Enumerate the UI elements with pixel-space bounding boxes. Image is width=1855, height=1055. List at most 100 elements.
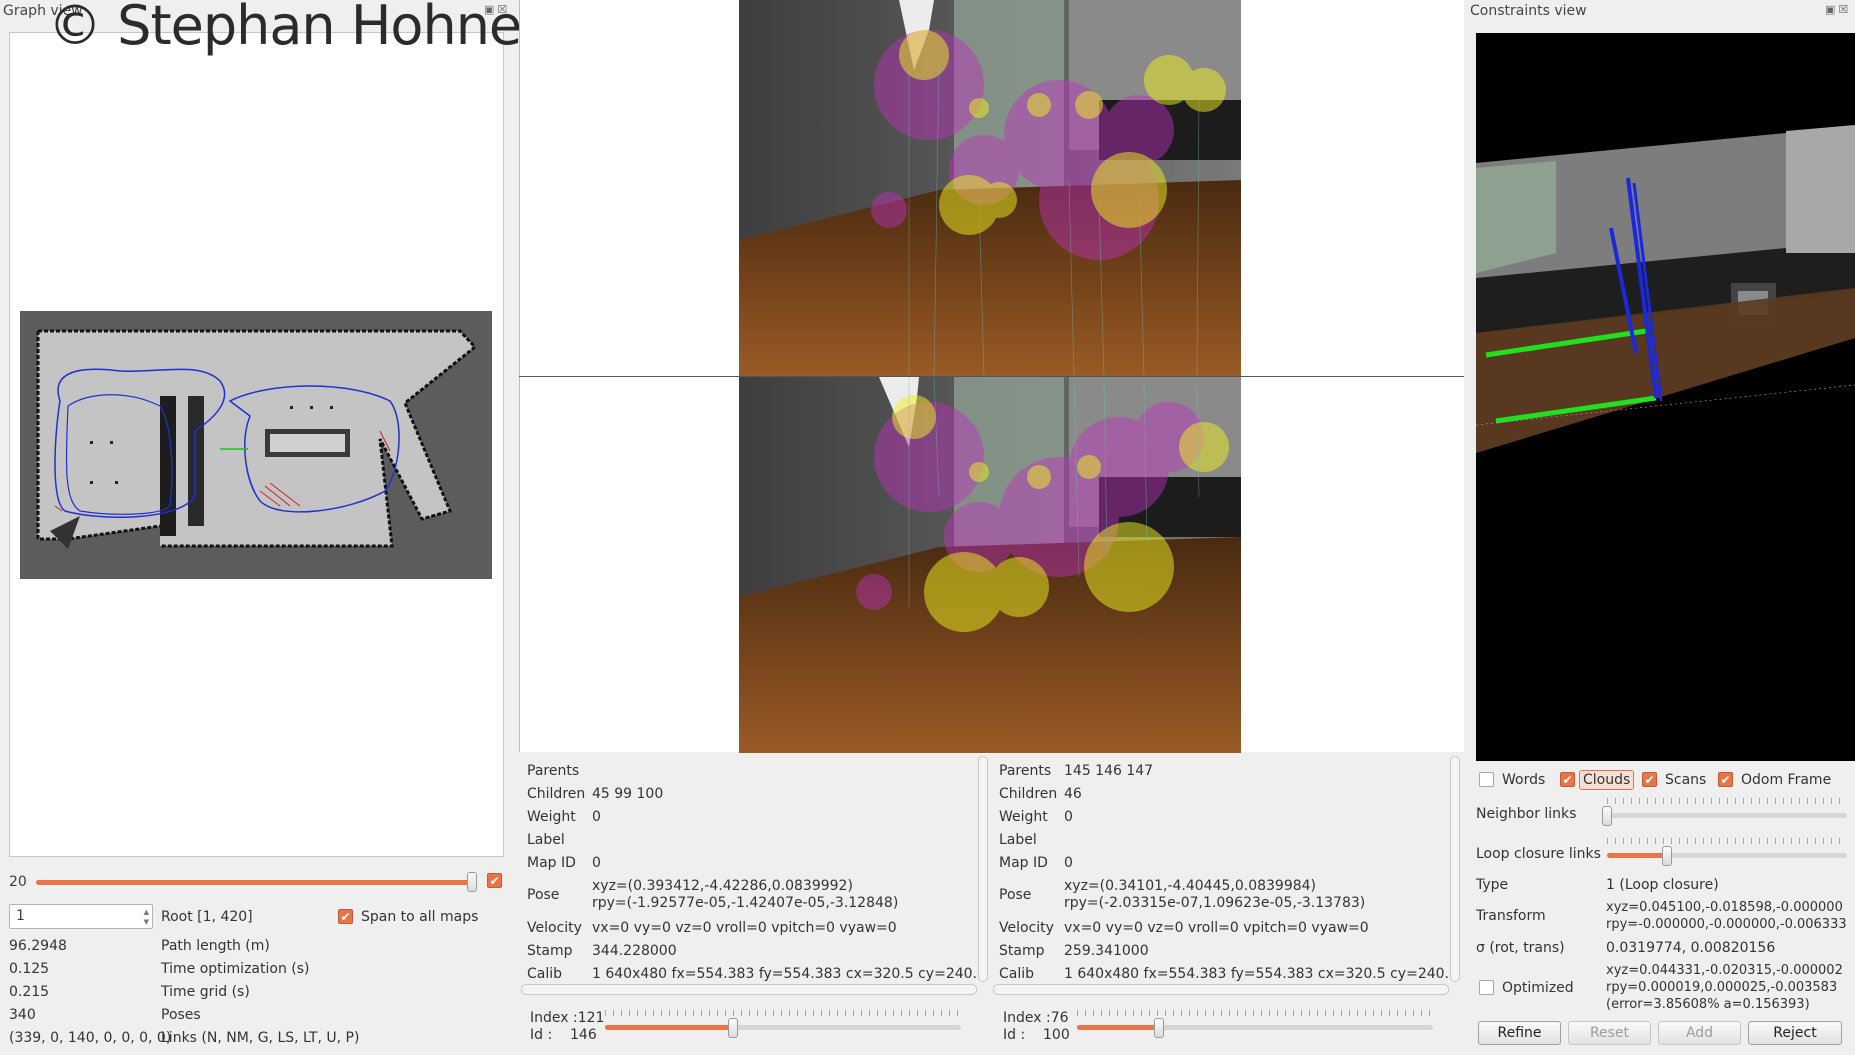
graph-view-panel: Graph view ▣☒ © Stephan Hohne 20 ✔ 1 ▲ ▼…	[0, 0, 522, 1055]
constraints-view-panel: Constraints view ▣☒ Words Clouds Scans O…	[1465, 0, 1855, 1055]
stat-value: 0.215	[9, 984, 50, 1000]
stat-value: 96.2948	[9, 938, 67, 954]
velocity-value: vx=0 vy=0 vz=0 vroll=0 vpitch=0 vyaw=0	[1064, 920, 1369, 936]
top-image-view[interactable]	[739, 0, 1241, 376]
parents-label: Parents	[999, 763, 1052, 779]
graph-slider-checkbox[interactable]	[487, 873, 502, 888]
loop-closure-links-label: Loop closure links	[1476, 846, 1601, 862]
pose-rpy: rpy=(-2.03315e-07,1.09623e-05,-3.13783)	[1064, 895, 1366, 911]
sigma-label: σ (rot, trans)	[1476, 940, 1565, 956]
constraints-3d-view[interactable]	[1476, 33, 1855, 761]
right-index-slider[interactable]	[1077, 1025, 1433, 1030]
velocity-value: vx=0 vy=0 vz=0 vroll=0 vpitch=0 vyaw=0	[592, 920, 897, 936]
type-value: 1 (Loop closure)	[1606, 877, 1719, 893]
right-node-info: Parents 145 146 147 Children 46 Weight 0…	[991, 755, 1449, 987]
right-index-ticks	[1077, 1010, 1433, 1016]
right-index-fill	[1077, 1025, 1159, 1030]
stamp-label: Stamp	[999, 943, 1045, 959]
calib-value: 1 640x480 fx=554.383 fy=554.383 cx=320.5…	[592, 966, 977, 982]
clouds-checkbox[interactable]	[1560, 772, 1575, 787]
graph-slider-handle[interactable]	[467, 872, 477, 892]
neighbor-links-handle[interactable]	[1602, 806, 1612, 826]
calib-label: Calib	[999, 966, 1035, 982]
constraints-view-dock-buttons[interactable]: ▣☒	[1825, 3, 1851, 16]
loop-closure-links-slider[interactable]	[1607, 853, 1847, 858]
transform-rpy: rpy=-0.000000,-0.000000,-0.006333	[1606, 917, 1847, 932]
right-info-vscroll[interactable]	[1450, 756, 1460, 982]
left-index-fill	[605, 1025, 733, 1030]
span-to-all-maps-label: Span to all maps	[361, 909, 479, 925]
loop-closure-links-handle[interactable]	[1662, 846, 1672, 866]
words-checkbox[interactable]	[1479, 772, 1494, 787]
graph-slider-track[interactable]	[36, 880, 474, 885]
left-index-value: 121	[577, 1010, 605, 1026]
parents-label: Parents	[527, 763, 580, 779]
graph-slider-value: 20	[9, 874, 27, 890]
stamp-value: 259.341000	[1064, 943, 1149, 959]
odom-frame-checkbox[interactable]	[1718, 772, 1733, 787]
reject-button[interactable]: Reject	[1748, 1021, 1842, 1045]
neighbor-links-slider[interactable]	[1607, 813, 1847, 818]
stat-value: 340	[9, 1007, 36, 1023]
neighbor-links-label: Neighbor links	[1476, 806, 1577, 822]
bottom-image-view[interactable]	[739, 377, 1241, 753]
spin-arrows-icon[interactable]: ▲ ▼	[144, 907, 149, 927]
right-info-hscroll[interactable]	[993, 984, 1449, 995]
children-value: 46	[1064, 786, 1082, 802]
graph-canvas[interactable]	[9, 32, 504, 857]
clouds-label: Clouds	[1579, 770, 1635, 790]
left-info-vscroll[interactable]	[978, 756, 988, 982]
add-button[interactable]: Add	[1658, 1021, 1741, 1045]
root-spinbox[interactable]: 1 ▲ ▼	[9, 904, 153, 929]
sigma-value: 0.0319774, 0.00820156	[1606, 940, 1776, 956]
calib-label: Calib	[527, 966, 563, 982]
words-label: Words	[1502, 772, 1546, 788]
optimized-checkbox[interactable]	[1479, 980, 1494, 995]
pose-rpy: rpy=(-1.92577e-05,-1.42407e-05,-3.12848)	[592, 895, 899, 911]
mapid-label: Map ID	[999, 855, 1048, 871]
optimized-error: (error=3.85608% a=0.156393)	[1606, 997, 1810, 1012]
left-id-value: 146	[570, 1027, 597, 1043]
left-id-label: Id : 146	[530, 1027, 597, 1043]
right-id-label: Id : 100	[1003, 1027, 1070, 1043]
left-info-hscroll[interactable]	[521, 984, 977, 995]
children-label: Children	[999, 786, 1058, 802]
weight-label: Weight	[999, 809, 1048, 825]
velocity-label: Velocity	[527, 920, 582, 936]
stat-label: Time optimization (s)	[161, 961, 310, 977]
weight-value: 0	[1064, 809, 1073, 825]
type-label: Type	[1476, 877, 1509, 893]
right-id-value: 100	[1043, 1027, 1070, 1043]
occupancy-grid-map	[20, 311, 492, 579]
pose-label: Pose	[999, 887, 1032, 903]
scans-checkbox[interactable]	[1642, 772, 1657, 787]
calib-value: 1 640x480 fx=554.383 fy=554.383 cx=320.5…	[1064, 966, 1449, 982]
span-to-all-maps-checkbox[interactable]	[338, 909, 353, 924]
optimized-xyz: xyz=0.044331,-0.020315,-0.000002	[1606, 963, 1843, 978]
label-label: Label	[527, 832, 565, 848]
watermark: © Stephan Hohne	[48, 0, 522, 57]
reset-button[interactable]: Reset	[1568, 1021, 1651, 1045]
children-value: 45 99 100	[592, 786, 664, 802]
right-index-value: 76	[1050, 1010, 1069, 1026]
stat-label: Poses	[161, 1007, 201, 1023]
right-index-handle[interactable]	[1154, 1018, 1164, 1038]
image-views: Parents Children 45 99 100 Weight 0 Labe…	[519, 0, 1464, 1055]
root-label: Root [1, 420]	[161, 909, 253, 925]
left-index-slider[interactable]	[605, 1025, 961, 1030]
odom-frame-label: Odom Frame	[1741, 772, 1832, 788]
weight-value: 0	[592, 809, 601, 825]
scans-label: Scans	[1665, 772, 1707, 788]
refine-button[interactable]: Refine	[1478, 1021, 1561, 1045]
stamp-value: 344.228000	[592, 943, 677, 959]
stamp-label: Stamp	[527, 943, 573, 959]
left-index-handle[interactable]	[728, 1018, 738, 1038]
weight-label: Weight	[527, 809, 576, 825]
stat-label: Path length (m)	[161, 938, 270, 954]
stat-label: Time grid (s)	[161, 984, 250, 1000]
neighbor-ticks	[1607, 798, 1847, 804]
optimized-label: Optimized	[1502, 980, 1574, 996]
mapid-label: Map ID	[527, 855, 576, 871]
pose-xyz: xyz=(0.34101,-4.40445,0.0839984)	[1064, 878, 1317, 894]
root-spinbox-value: 1	[16, 908, 25, 924]
